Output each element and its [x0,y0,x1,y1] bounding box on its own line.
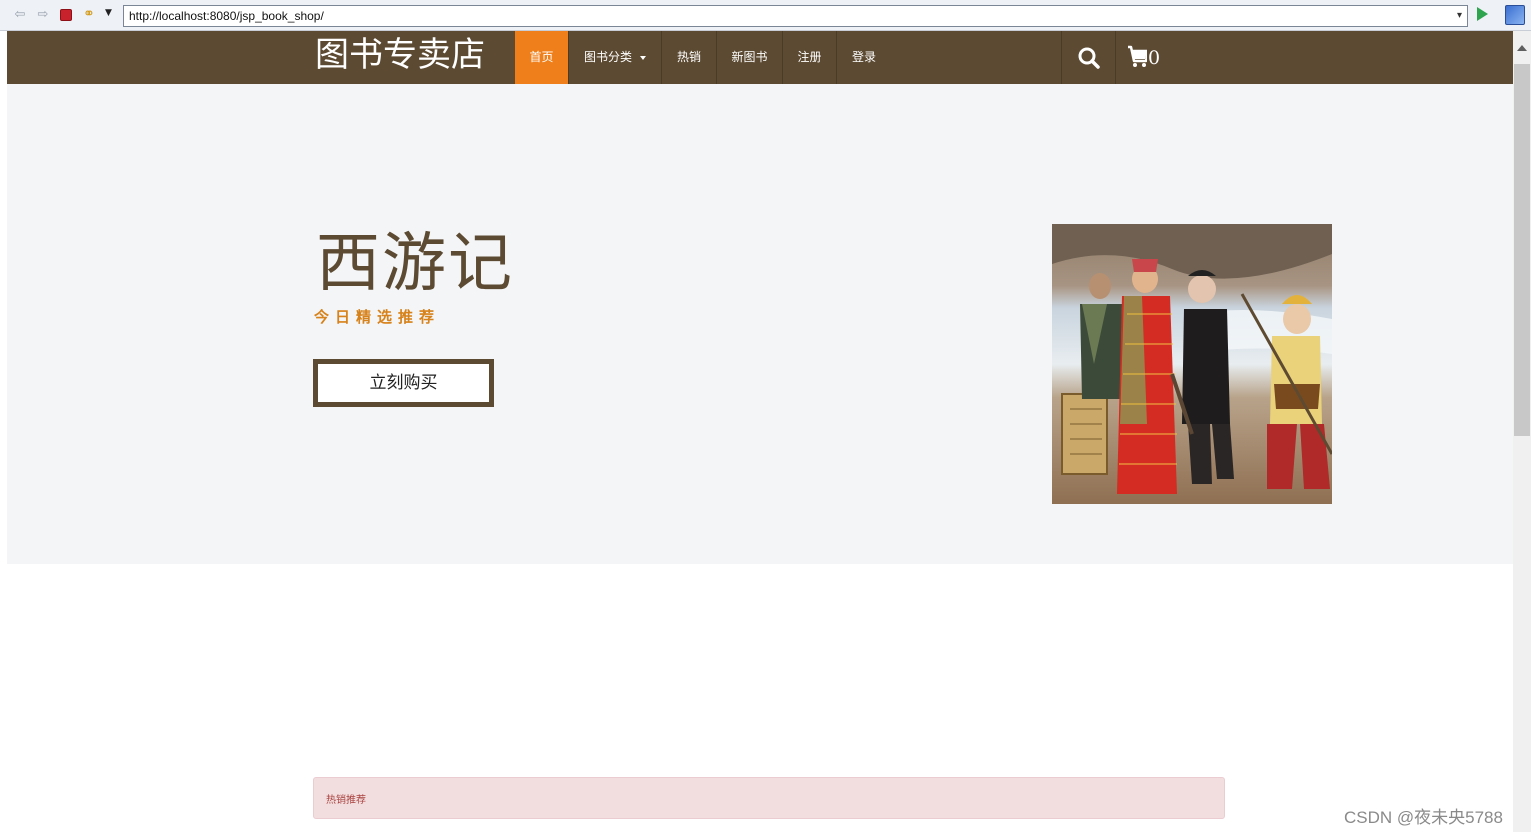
hot-recommend-panel: 热销推荐 [313,777,1225,819]
nav-item-label: 登录 [851,50,876,64]
nav-item-new-books[interactable]: 新图书 [717,31,783,84]
browser-toolbar: ⇦ ⇨ ⚭ ▼ http://localhost:8080/jsp_book_s… [0,0,1531,31]
hot-recommend-title: 热销推荐 [326,795,366,806]
cart-button[interactable]: 0 [1117,31,1177,84]
search-button[interactable] [1061,31,1116,84]
nav-item-label: 图书分类 [583,50,632,64]
stop-icon[interactable] [60,9,72,21]
scroll-thumb[interactable] [1514,64,1530,436]
address-text[interactable]: http://localhost:8080/jsp_book_shop/ [129,9,324,23]
forward-icon[interactable]: ⇨ [35,7,51,23]
buy-now-button[interactable]: 立刻购买 [313,359,494,407]
nav-item-categories[interactable]: 图书分类 [569,31,662,84]
menu-caret-icon[interactable]: ▼ [105,8,112,18]
site-header: 图书专卖店 首页 图书分类 热销 新图书 注册 登录 0 [7,31,1513,84]
nav-item-label: 新图书 [731,50,768,64]
nav-item-login[interactable]: 登录 [837,31,891,84]
nav-item-register[interactable]: 注册 [783,31,837,84]
hero-subtitle: 今日精选推荐 [314,308,441,326]
nav-item-label: 注册 [797,50,822,64]
address-bar[interactable]: http://localhost:8080/jsp_book_shop/ ▾ [123,5,1468,27]
back-icon[interactable]: ⇦ [12,7,28,23]
watermark: CSDN @夜未央5788 [1344,808,1503,827]
caret-down-icon [640,55,646,60]
nav-item-home[interactable]: 首页 [515,31,569,84]
compatibility-icon[interactable]: ⚭ [83,6,99,22]
nav-item-label: 热销 [676,50,701,64]
featured-book-image[interactable] [1052,224,1332,504]
vertical-scrollbar[interactable] [1513,31,1531,832]
cart-count: 0 [1148,47,1161,69]
hero-title: 西游记 [316,227,514,301]
nav-item-label: 首页 [529,50,554,64]
book-cover-illustration [1052,224,1332,504]
hero-banner: 西游记 今日精选推荐 立刻购买 [7,84,1513,564]
site-brand[interactable]: 图书专卖店 [315,33,485,77]
cart-icon [1128,45,1147,67]
search-icon [1078,47,1100,69]
chevron-down-icon[interactable]: ▾ [1457,10,1462,21]
scroll-up-icon[interactable] [1517,45,1527,51]
go-icon[interactable] [1477,7,1488,21]
nav-item-hot[interactable]: 热销 [662,31,717,84]
extension-icon[interactable] [1505,5,1525,25]
